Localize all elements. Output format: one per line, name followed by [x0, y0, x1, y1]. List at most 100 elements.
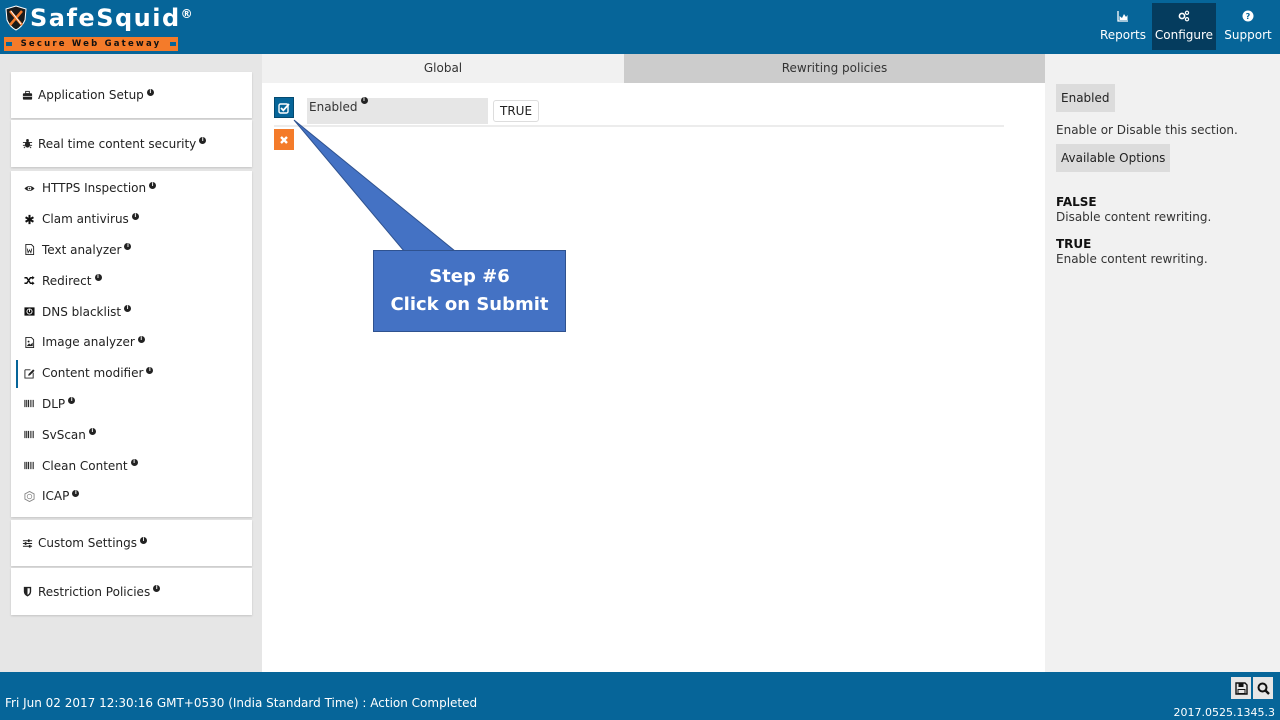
sidebar-section-label: Application Setup: [38, 88, 144, 102]
edit-icon: [23, 367, 35, 379]
shield-icon: [21, 586, 33, 598]
submit-button[interactable]: [274, 97, 294, 118]
sidebar-item-label: Redirect: [42, 273, 92, 288]
nav-support[interactable]: ? Support: [1216, 3, 1280, 50]
info-icon[interactable]: i: [137, 335, 145, 343]
search-button[interactable]: [1253, 677, 1273, 699]
info-icon[interactable]: i: [146, 88, 154, 96]
search-icon: [1257, 682, 1270, 695]
info-icon[interactable]: i: [146, 366, 154, 374]
sidebar-item-label: Clean Content: [42, 458, 128, 473]
eye-icon: [23, 182, 35, 194]
dns-icon: [23, 306, 35, 318]
info-icon[interactable]: i: [94, 274, 102, 282]
sidebar-item-label: SvScan: [42, 427, 86, 442]
area-chart-icon: [1094, 10, 1152, 24]
sidebar-item-label: DNS blacklist: [42, 304, 122, 319]
nav-reports[interactable]: Reports: [1094, 3, 1152, 50]
field-row-enabled: Enabled i TRUE: [274, 97, 1004, 150]
info-icon[interactable]: i: [149, 181, 157, 189]
sidebar-item-text-analyzer[interactable]: Text analyzer i: [11, 235, 252, 266]
info-icon[interactable]: i: [199, 137, 207, 144]
status-bar: Fri Jun 02 2017 12:30:16 GMT+0530 (India…: [0, 672, 1280, 720]
info-icon[interactable]: i: [72, 489, 80, 497]
sidebar-item-image-analyzer[interactable]: Image analyzer i: [11, 327, 252, 358]
icap-icon: [23, 490, 35, 502]
sidebar-item-label: Content modifier: [42, 366, 144, 381]
info-icon[interactable]: i: [140, 536, 148, 544]
sidebar-item-dlp[interactable]: DLP i: [11, 389, 252, 420]
safesquid-logo[interactable]: SafeSquid® Secure Web Gateway: [4, 4, 193, 52]
random-icon: [23, 275, 35, 287]
save-icon: [1234, 681, 1248, 695]
help-option-false: FALSE Disable content rewriting.: [1056, 195, 1211, 225]
callout-step: Step #6: [429, 266, 510, 287]
app-header: SafeSquid® Secure Web Gateway Reports Co…: [0, 0, 1280, 54]
info-icon[interactable]: i: [130, 459, 138, 467]
info-icon[interactable]: i: [360, 97, 368, 104]
option-description: Disable content rewriting.: [1056, 210, 1212, 224]
info-icon[interactable]: i: [131, 212, 139, 220]
bug-icon: [21, 138, 33, 150]
sidebar-item-https-inspection[interactable]: HTTPS Inspection i: [11, 173, 252, 204]
enabled-value-select[interactable]: TRUE: [493, 100, 540, 122]
sidebar-section-application-setup[interactable]: Application Setup i: [11, 72, 252, 118]
asterisk-icon: [23, 213, 35, 225]
field-label-text: Enabled: [309, 100, 358, 114]
save-button[interactable]: [1231, 677, 1251, 699]
nav-configure-label: Configure: [1154, 28, 1214, 42]
sidebar-item-label: HTTPS Inspection: [42, 181, 147, 196]
nav-support-label: Support: [1224, 28, 1272, 42]
tab-rewriting-policies[interactable]: Rewriting policies: [624, 54, 1045, 83]
sidebar-item-content-modifier[interactable]: Content modifier i: [11, 358, 252, 389]
barcode-icon: [23, 429, 35, 441]
callout-instruction: Click on Submit: [390, 294, 549, 315]
sidebar-item-svscan[interactable]: SvScan i: [11, 419, 252, 450]
version-label: 2017.0525.1345.3: [1173, 706, 1275, 719]
sidebar-section-restriction-policies[interactable]: Restriction Policies i: [11, 568, 252, 615]
sidebar-item-label: ICAP: [42, 489, 70, 504]
sidebar-section-label: Restriction Policies: [38, 584, 151, 599]
question-circle-icon: ?: [1216, 10, 1280, 24]
option-description: Enable content rewriting.: [1056, 252, 1208, 266]
tab-bar: Global Rewriting policies: [262, 54, 1045, 83]
file-image-icon: [23, 336, 35, 348]
tab-global[interactable]: Global: [262, 54, 624, 83]
info-icon[interactable]: i: [88, 428, 96, 436]
nav-configure[interactable]: Configure: [1152, 3, 1216, 50]
status-text: Fri Jun 02 2017 12:30:16 GMT+0530 (India…: [5, 696, 478, 710]
info-icon[interactable]: i: [124, 305, 132, 313]
sidebar-item-dns-blacklist[interactable]: DNS blacklist i: [11, 296, 252, 327]
close-icon: [280, 135, 288, 144]
step-callout: Step #6 Click on Submit: [373, 250, 566, 332]
help-panel: Enabled Enable or Disable this section. …: [1045, 54, 1280, 672]
sidebar-item-label: Image analyzer: [42, 335, 135, 350]
sidebar-item-icap[interactable]: ICAP i: [11, 481, 252, 512]
footer-actions: [1231, 677, 1273, 699]
info-icon[interactable]: i: [153, 585, 161, 592]
info-icon[interactable]: i: [124, 243, 132, 251]
sidebar-item-clam-antivirus[interactable]: Clam antivirus i: [11, 204, 252, 235]
sliders-icon: [21, 537, 33, 549]
cancel-button[interactable]: [274, 129, 294, 150]
shield-logo-icon: [5, 5, 27, 31]
logo-title: SafeSquid®: [30, 4, 195, 32]
barcode-icon: [23, 460, 35, 472]
option-name: FALSE: [1056, 195, 1097, 209]
sidebar-section-custom-settings[interactable]: Custom Settings i: [11, 520, 252, 566]
sidebar-item-label: Clam antivirus: [42, 212, 129, 227]
check-square-icon: [278, 102, 290, 114]
help-description: Enable or Disable this section.: [1056, 123, 1238, 137]
info-icon[interactable]: i: [68, 397, 76, 405]
top-navigation: Reports Configure ? Support: [1094, 3, 1280, 51]
nav-reports-label: Reports: [1099, 28, 1147, 42]
barcode-icon: [23, 398, 35, 410]
sidebar-item-redirect[interactable]: Redirect i: [11, 265, 252, 296]
sidebar-section-real-time-content-security[interactable]: Real time content security i: [11, 120, 252, 167]
sidebar-submenu: HTTPS Inspection i Clam antivirus i Text…: [11, 171, 252, 517]
help-options-header: Available Options: [1056, 144, 1171, 172]
field-label-enabled: Enabled i: [307, 97, 488, 124]
briefcase-icon: [21, 89, 33, 101]
sidebar-item-clean-content[interactable]: Clean Content i: [11, 450, 252, 481]
main-panel: Global Rewriting policies Enabled i TRUE: [262, 54, 1045, 672]
